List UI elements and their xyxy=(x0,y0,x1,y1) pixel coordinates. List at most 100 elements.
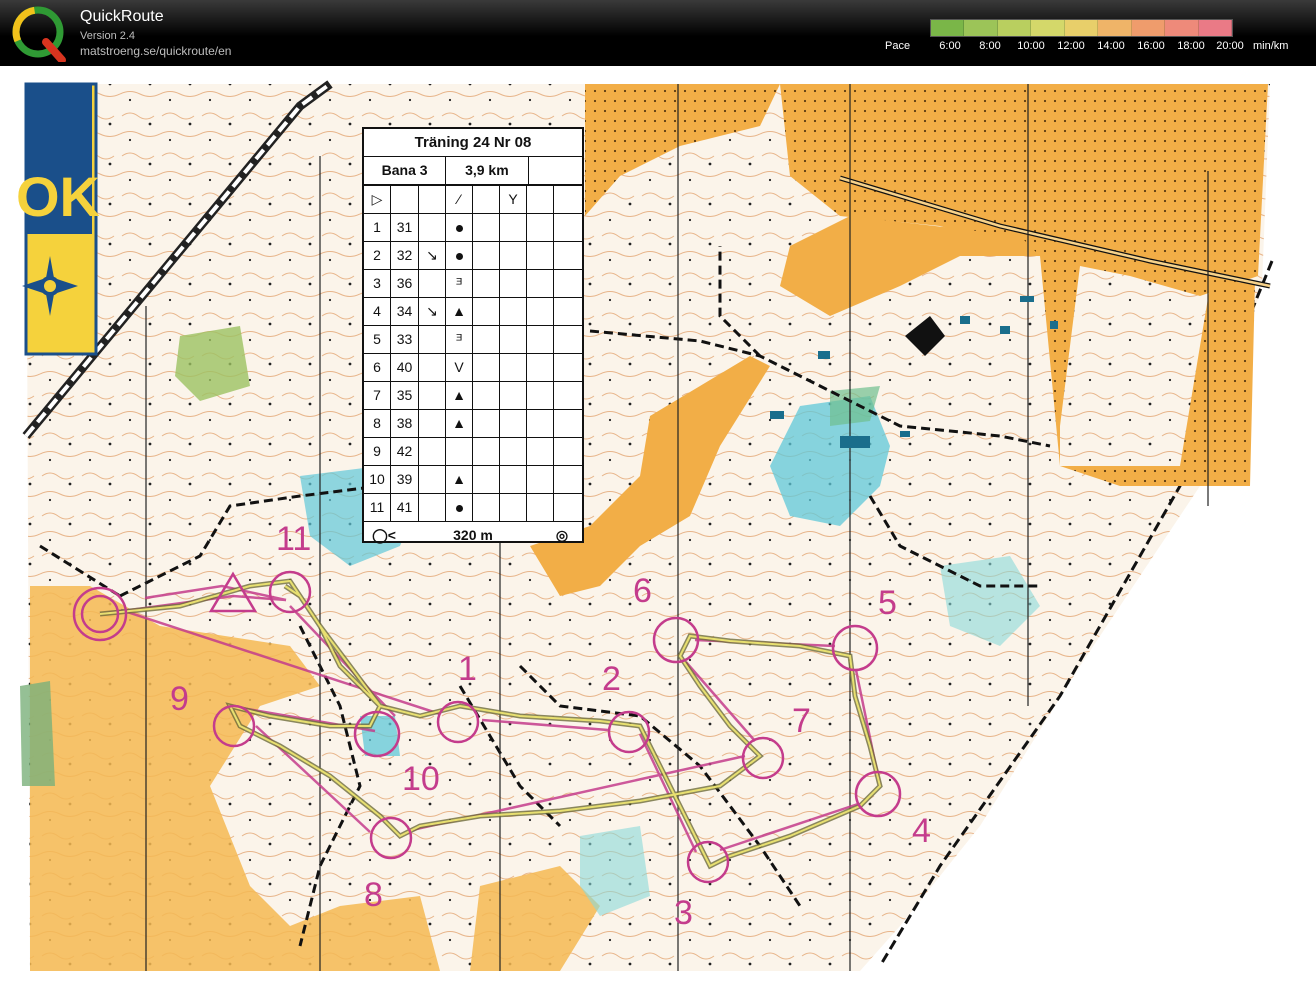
control-code: 32 xyxy=(391,242,419,269)
control-number: 9 xyxy=(364,438,391,465)
club-logo: OK xyxy=(16,82,100,356)
description-cell xyxy=(554,494,582,521)
description-cell xyxy=(473,270,500,297)
description-cell xyxy=(554,298,582,325)
pace-tick: 8:00 xyxy=(979,40,1001,52)
control-number: 1 xyxy=(364,214,391,241)
direction-icon xyxy=(419,270,446,297)
pace-tick: 18:00 xyxy=(1177,40,1205,52)
description-cell xyxy=(554,410,582,437)
control-row: 3 36 ᴲ xyxy=(364,270,582,298)
description-cell xyxy=(473,354,500,381)
direction-icon xyxy=(419,438,446,465)
feature-symbol-icon xyxy=(446,214,473,241)
control-row: 8 38 ▲ xyxy=(364,410,582,438)
control-number: 4 xyxy=(364,298,391,325)
pace-tick: 12:00 xyxy=(1057,40,1085,52)
pace-color-segment xyxy=(997,20,1032,36)
description-cell xyxy=(527,326,554,353)
feature-symbol-icon: ᴲ xyxy=(446,270,473,297)
pace-color-segment xyxy=(931,20,965,36)
description-cell xyxy=(500,298,527,325)
description-cell xyxy=(554,214,582,241)
description-cell xyxy=(473,214,500,241)
pace-unit: min/km xyxy=(1253,40,1289,52)
control-row: 1 31 xyxy=(364,214,582,242)
feature-symbol-icon xyxy=(446,242,473,269)
description-cell xyxy=(527,354,554,381)
description-cell xyxy=(527,410,554,437)
control-description-sheet: Träning 24 Nr 08 Bana 3 3,9 km ▷ ⁄ Y 1 31… xyxy=(362,127,584,543)
control-number: 10 xyxy=(364,466,391,493)
control-number-5: 5 xyxy=(878,584,897,622)
description-cell xyxy=(500,438,527,465)
control-code: 35 xyxy=(391,382,419,409)
description-cell xyxy=(527,214,554,241)
description-cell xyxy=(473,494,500,521)
description-cell xyxy=(554,466,582,493)
control-code: 39 xyxy=(391,466,419,493)
path-icon: ⁄ xyxy=(446,186,473,213)
pace-ticks: 6:00 8:00 10:00 12:00 14:00 16:00 18:00 … xyxy=(0,40,1316,54)
event-title: Träning 24 Nr 08 xyxy=(364,129,582,157)
feature-symbol-icon: ▲ xyxy=(446,382,473,409)
description-cell xyxy=(527,438,554,465)
course-info: Bana 3 3,9 km xyxy=(364,157,582,186)
app-title: QuickRoute xyxy=(80,8,164,25)
feature-symbol-icon: V xyxy=(446,354,473,381)
description-cell xyxy=(500,242,527,269)
control-code: 40 xyxy=(391,354,419,381)
control-number-6: 6 xyxy=(633,572,652,610)
control-number-2: 2 xyxy=(602,660,621,698)
control-code: 41 xyxy=(391,494,419,521)
finish-row: ◯< 320 m ◎ xyxy=(364,522,582,548)
description-cell xyxy=(473,382,500,409)
map-canvas[interactable]: OK 1 2 3 4 5 6 7 8 9 10 11 xyxy=(0,66,1316,997)
control-code: 33 xyxy=(391,326,419,353)
description-cell xyxy=(500,270,527,297)
finish-from-icon: ◯< xyxy=(372,527,396,543)
description-cell xyxy=(500,326,527,353)
pace-tick: 14:00 xyxy=(1097,40,1125,52)
pace-tick: 20:00 xyxy=(1216,40,1244,52)
control-row: 2 32 ↘ xyxy=(364,242,582,270)
start-row: ▷ ⁄ Y xyxy=(364,186,582,214)
pace-color-segment xyxy=(1165,20,1199,36)
direction-icon xyxy=(419,466,446,493)
feature-symbol-icon: ▲ xyxy=(446,466,473,493)
direction-icon: ↘ xyxy=(419,298,446,325)
direction-icon xyxy=(419,382,446,409)
control-number-7: 7 xyxy=(792,702,811,740)
control-number: 11 xyxy=(364,494,391,521)
feature-symbol-icon: ▲ xyxy=(446,298,473,325)
orienteering-map[interactable]: OK xyxy=(0,66,1316,997)
control-number: 8 xyxy=(364,410,391,437)
control-number-4: 4 xyxy=(912,812,931,850)
control-number-1: 1 xyxy=(458,650,477,688)
control-number: 3 xyxy=(364,270,391,297)
description-cell xyxy=(500,466,527,493)
description-cell xyxy=(527,494,554,521)
control-number: 2 xyxy=(364,242,391,269)
control-number-9: 9 xyxy=(170,680,189,718)
course-length: 3,9 km xyxy=(446,157,529,184)
pace-color-segment xyxy=(964,20,998,36)
direction-icon xyxy=(419,214,446,241)
pace-color-segment xyxy=(1064,20,1099,36)
pace-tick: 16:00 xyxy=(1137,40,1165,52)
pace-color-segment xyxy=(1031,20,1065,36)
pace-color-segment xyxy=(1198,20,1232,36)
control-number: 5 xyxy=(364,326,391,353)
description-cell xyxy=(473,242,500,269)
control-number-11: 11 xyxy=(276,520,312,558)
direction-icon xyxy=(419,494,446,521)
control-row: 6 40 V xyxy=(364,354,582,382)
description-cell xyxy=(473,438,500,465)
feature-symbol-icon xyxy=(446,438,473,465)
pace-color-segment xyxy=(1098,20,1132,36)
pace-color-scale xyxy=(930,19,1233,37)
control-code: 42 xyxy=(391,438,419,465)
control-code: 36 xyxy=(391,270,419,297)
description-cell xyxy=(554,270,582,297)
course-name: Bana 3 xyxy=(364,157,447,184)
